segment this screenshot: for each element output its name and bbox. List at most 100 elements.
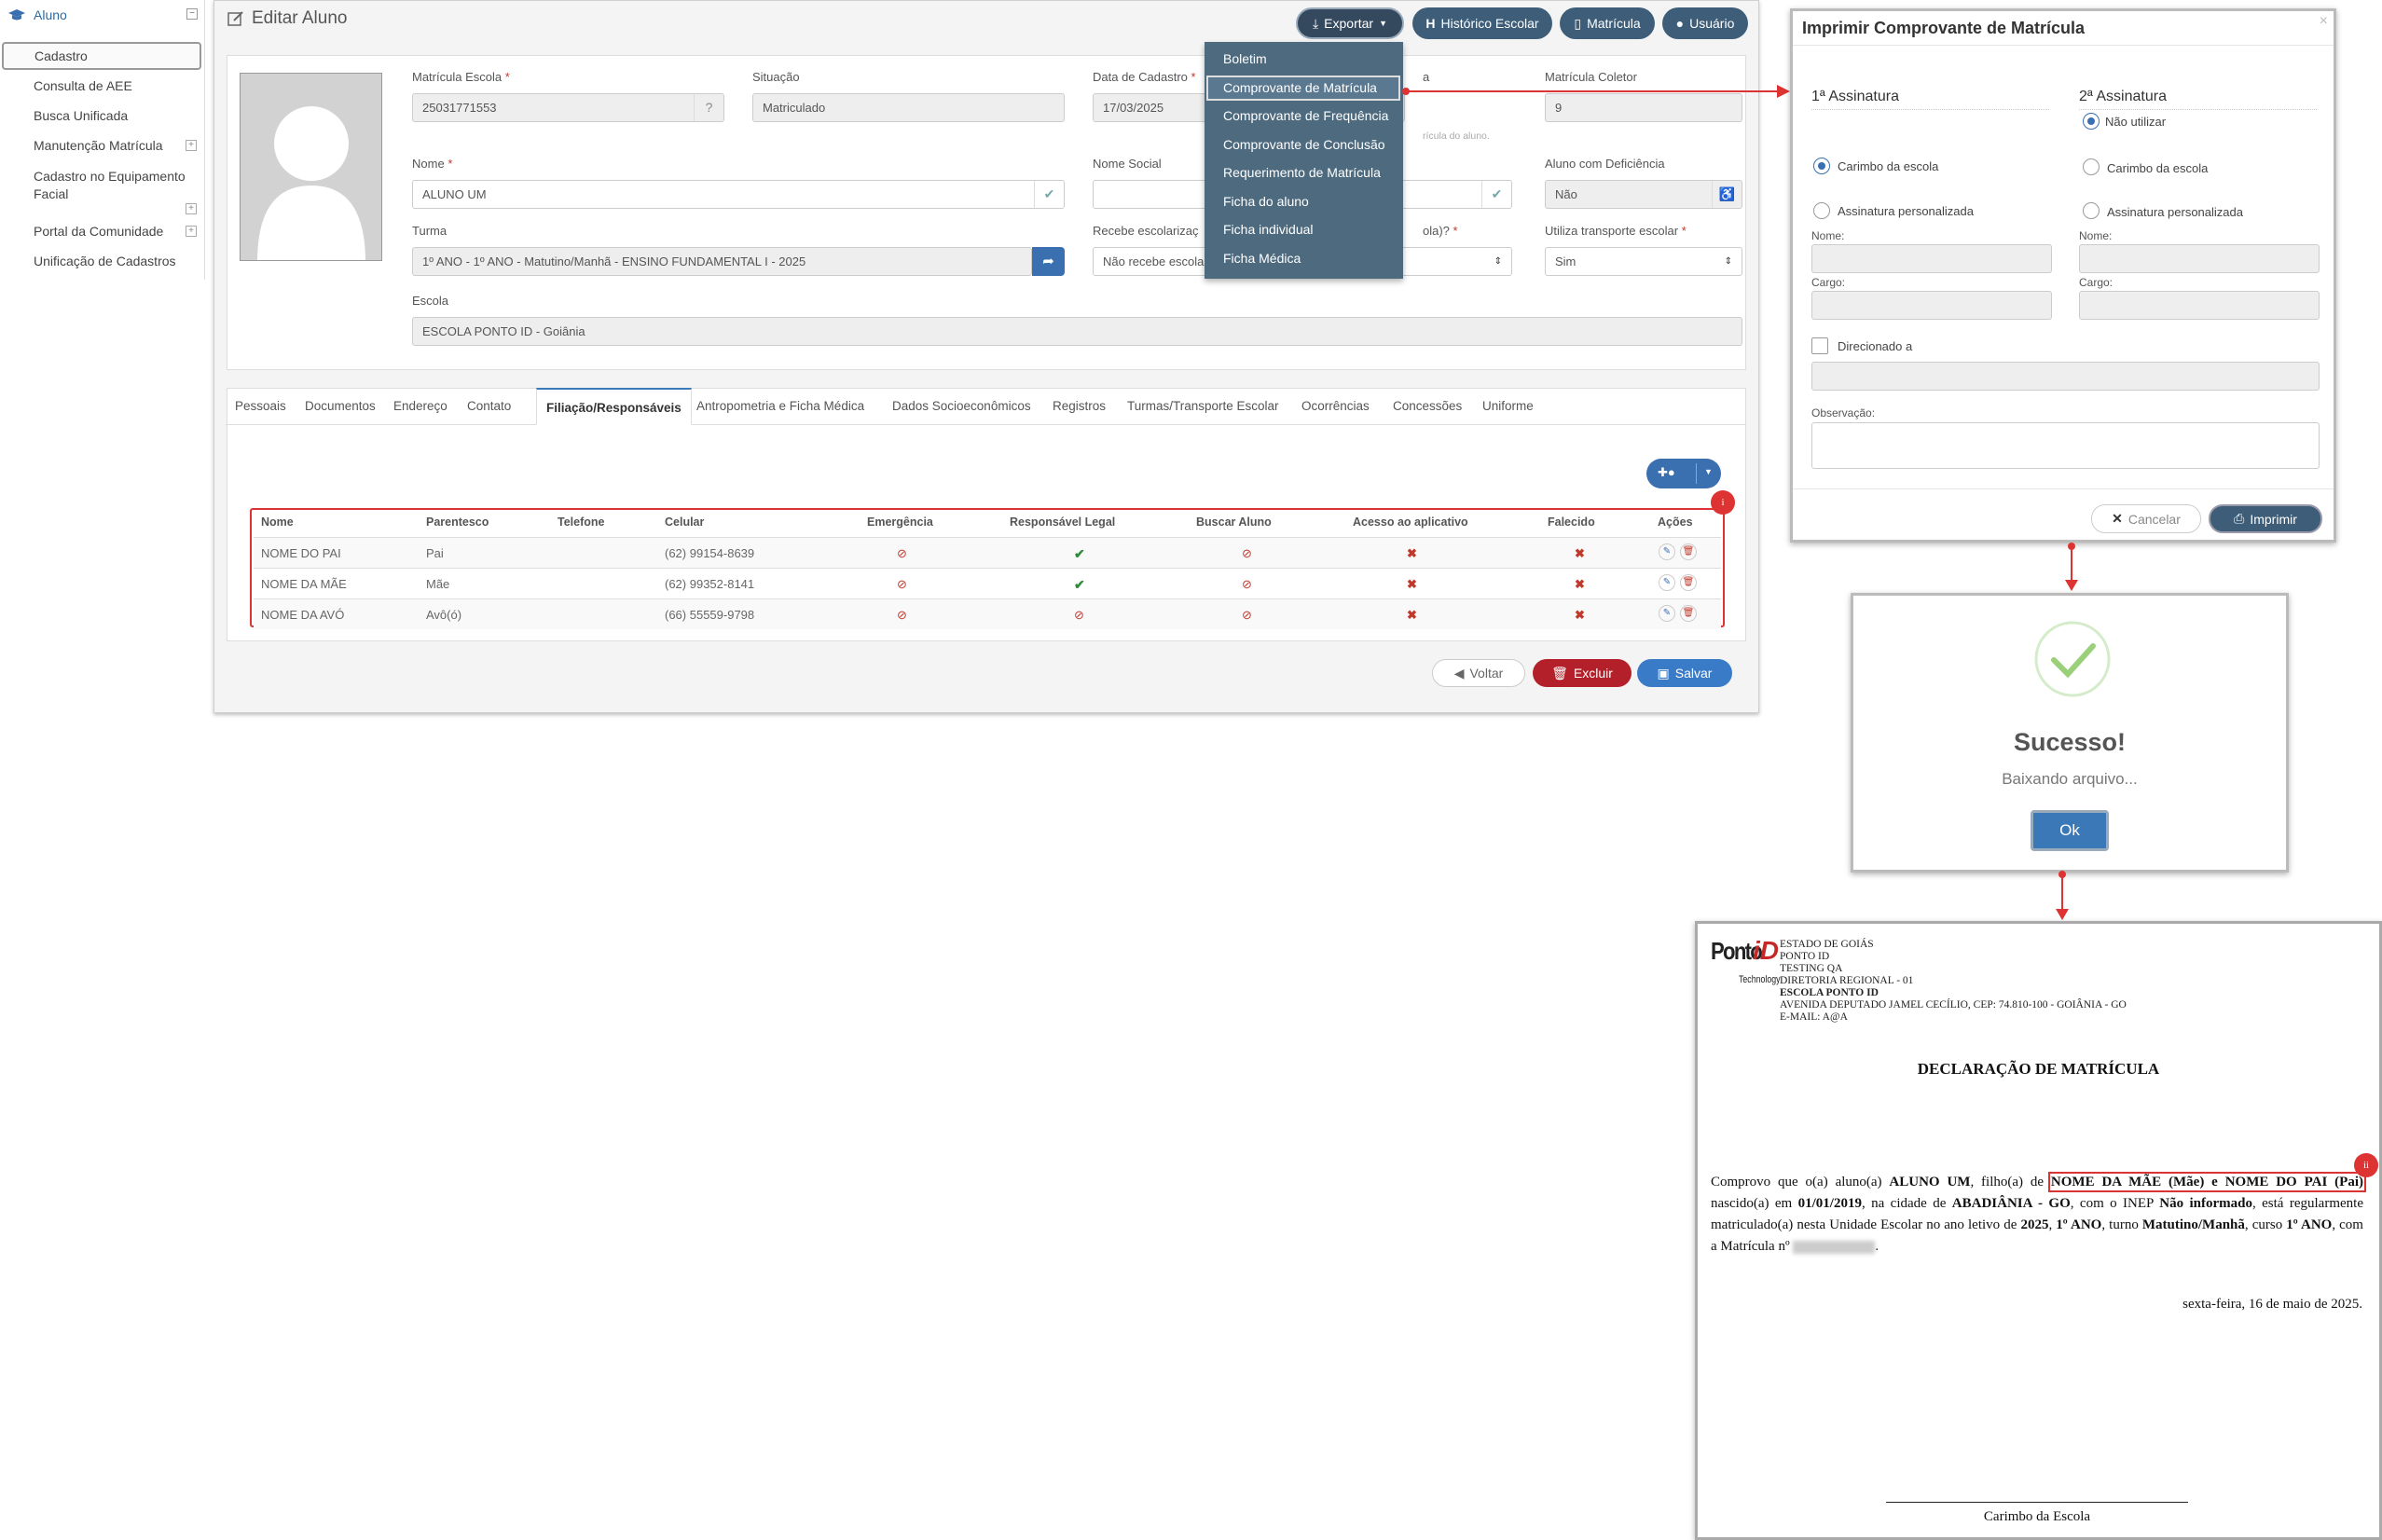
add-responsavel-button[interactable]: ✚● ▼ [1646, 459, 1721, 488]
caret-down-icon[interactable]: ▼ [1704, 467, 1713, 476]
observacao-textarea[interactable] [1811, 422, 2320, 469]
historico-escolar-button[interactable]: H Histórico Escolar [1412, 7, 1552, 39]
table-row[interactable]: NOME DO PAI Pai (62) 99154-8639 ⊘ ✔ ⊘ ✖ ✖ ✎ 🗑 [254, 537, 1721, 568]
student-photo[interactable] [240, 73, 382, 261]
matricula-escola-field[interactable]: 25031771553? [412, 93, 724, 122]
column-header[interactable]: Buscar Aluno [1196, 516, 1272, 529]
imprimir-button[interactable]: ⎙ Imprimir [2209, 504, 2322, 533]
tab-contato[interactable]: Contato [467, 388, 511, 425]
sig1-personalizada-radio[interactable] [1813, 202, 1830, 219]
sig1-carimbo-radio[interactable] [1813, 158, 1830, 174]
column-header[interactable]: Celular [665, 516, 704, 529]
sidebar-section-aluno[interactable]: Aluno − [0, 0, 205, 30]
tab-turmas-transporte[interactable]: Turmas/Transporte Escolar [1127, 388, 1279, 425]
tab-filiacao[interactable]: Filiação/Responsáveis [536, 388, 692, 425]
edit-icon[interactable]: ✎ [1659, 605, 1675, 622]
situacao-field[interactable]: Matriculado [752, 93, 1065, 122]
cell-nome: NOME DO PAI [261, 546, 341, 560]
deficiencia-field[interactable]: Não ♿ [1545, 180, 1742, 209]
sidebar-item-cadastro[interactable]: Cadastro [2, 42, 201, 70]
matricula-coletor-field[interactable]: 9 [1545, 93, 1742, 122]
sidebar-item-manutencao-matricula[interactable]: Manutenção Matrícula [34, 138, 163, 153]
tab-pessoais[interactable]: Pessoais [235, 388, 286, 425]
sidebar-item-busca-unificada[interactable]: Busca Unificada [34, 108, 128, 123]
success-check-icon [2034, 621, 2111, 697]
sidebar-item-portal-comunidade[interactable]: Portal da Comunidade [34, 224, 163, 239]
tab-socioeconomicos[interactable]: Dados Socioeconômicos [892, 388, 1031, 425]
transporte-select[interactable]: Sim ⇕ [1545, 247, 1742, 276]
voltar-button[interactable]: ◀ Voltar [1432, 659, 1525, 687]
sig2-carimbo-radio[interactable] [2083, 158, 2100, 175]
column-header[interactable]: Falecido [1548, 516, 1595, 529]
direcionado-label: Direcionado a [1838, 339, 1913, 353]
direcionado-checkbox[interactable] [1811, 337, 1828, 354]
tab-registros[interactable]: Registros [1053, 388, 1106, 425]
table-row[interactable]: NOME DA MÃE Mãe (62) 99352-8141 ⊘ ✔ ⊘ ✖ ✖ ✎ 🗑 [254, 568, 1721, 598]
usuario-button[interactable]: ● Usuário [1662, 7, 1748, 39]
times-icon: ✖ [1407, 577, 1417, 591]
connector-line [1406, 90, 1784, 92]
menu-item-ficha-individual[interactable]: Ficha individual [1223, 222, 1314, 237]
expand-icon[interactable]: + [186, 140, 197, 151]
escola-field[interactable]: ESCOLA PONTO ID - Goiânia [412, 317, 1742, 346]
sidebar-item-unificacao[interactable]: Unificação de Cadastros [34, 254, 176, 268]
file-icon: ▯ [1574, 15, 1582, 31]
excluir-button[interactable]: 🗑 Excluir [1533, 659, 1632, 687]
turma-go-button[interactable]: ➦ [1032, 247, 1065, 276]
menu-item-boletim[interactable]: Boletim [1223, 51, 1267, 66]
deficiencia-label: Aluno com Deficiência [1545, 157, 1665, 171]
trash-icon[interactable]: 🗑 [1680, 574, 1697, 591]
export-button[interactable]: ⤓ Exportar ▼ [1296, 7, 1404, 39]
menu-item-ficha-aluno[interactable]: Ficha do aluno [1223, 194, 1309, 209]
column-header[interactable]: Ações [1658, 516, 1693, 529]
sidebar-section-label: Aluno [34, 7, 67, 22]
sig2-cargo-input[interactable] [2079, 291, 2320, 320]
close-icon[interactable]: × [2320, 13, 2328, 30]
menu-item-comprovante-matricula[interactable]: Comprovante de Matrícula [1223, 80, 1377, 95]
tab-antropometria[interactable]: Antropometria e Ficha Médica [696, 388, 864, 425]
edit-icon[interactable]: ✎ [1659, 543, 1675, 560]
salvar-label: Salvar [1674, 666, 1713, 681]
sig2-nome-input[interactable] [2079, 244, 2320, 273]
edit-icon[interactable]: ✎ [1659, 574, 1675, 591]
help-icon[interactable]: ? [694, 94, 723, 121]
graduation-cap-icon [8, 9, 25, 21]
collapse-icon[interactable]: − [186, 8, 198, 20]
sidebar-item-consulta-aee[interactable]: Consulta de AEE [34, 78, 132, 93]
tab-documentos[interactable]: Documentos [305, 388, 376, 425]
cancelar-button[interactable]: ✕ Cancelar [2091, 504, 2201, 533]
column-header[interactable]: Responsável Legal [1010, 516, 1115, 529]
sig1-nome-input[interactable] [1811, 244, 2052, 273]
table-row[interactable]: NOME DA AVÓ Avô(ó) (66) 55559-9798 ⊘ ⊘ ⊘ ✖ ✖ ✎ 🗑 [254, 598, 1721, 629]
direcionado-input[interactable] [1811, 362, 2320, 391]
menu-item-comprovante-conclusao[interactable]: Comprovante de Conclusão [1223, 137, 1385, 152]
column-header[interactable]: Nome [261, 516, 294, 529]
tab-ocorrencias[interactable]: Ocorrências [1301, 388, 1370, 425]
column-header[interactable]: Telefone [558, 516, 604, 529]
salvar-button[interactable]: ▣ Salvar [1637, 659, 1732, 687]
trash-icon[interactable]: 🗑 [1680, 543, 1697, 560]
sidebar-item-equipamento-facial[interactable]: Cadastro no Equipamento Facial [34, 168, 192, 203]
menu-item-requerimento[interactable]: Requerimento de Matrícula [1223, 165, 1381, 180]
sig1-cargo-input[interactable] [1811, 291, 2052, 320]
sig2-nao-utilizar-radio[interactable] [2083, 113, 2100, 130]
expand-icon[interactable]: + [186, 203, 197, 214]
tab-concessoes[interactable]: Concessões [1393, 388, 1462, 425]
column-header[interactable]: Parentesco [426, 516, 489, 529]
column-header[interactable]: Acesso ao aplicativo [1353, 516, 1468, 529]
doc-header-line: TESTING QA [1780, 963, 1843, 974]
turma-field[interactable]: 1º ANO - 1º ANO - Matutino/Manhã - ENSIN… [412, 247, 1032, 276]
nome-field[interactable]: ALUNO UM ✔ [412, 180, 1065, 209]
trash-icon[interactable]: 🗑 [1680, 605, 1697, 622]
menu-item-ficha-medica[interactable]: Ficha Médica [1223, 251, 1301, 266]
ok-button[interactable]: Ok [2031, 810, 2109, 851]
tab-uniforme[interactable]: Uniforme [1482, 388, 1534, 425]
matricula-button[interactable]: ▯ Matrícula [1560, 7, 1655, 39]
menu-item-comprovante-frequencia[interactable]: Comprovante de Frequência [1223, 108, 1388, 123]
column-header[interactable]: Emergência [867, 516, 933, 529]
times-icon: ✖ [1575, 577, 1585, 591]
wheelchair-icon[interactable]: ♿ [1712, 181, 1742, 208]
tab-endereco[interactable]: Endereço [393, 388, 447, 425]
sig2-personalizada-radio[interactable] [2083, 202, 2100, 219]
expand-icon[interactable]: + [186, 226, 197, 237]
